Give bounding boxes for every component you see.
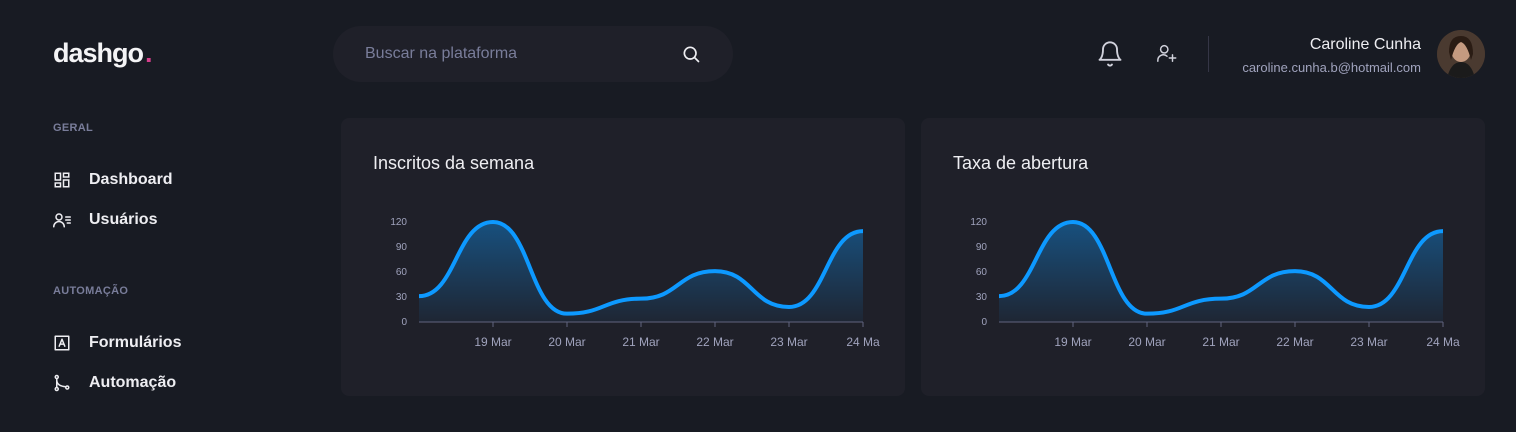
x-tick-label: 24 Ma [846,335,880,349]
section-title-geral: GERAL [53,122,93,134]
x-tick-label: 22 Mar [1276,335,1313,349]
chart-open-rate: 19 Mar 20 Mar 21 Mar 22 Mar 23 Mar 24 Ma 0 30 60… [970,217,1460,349]
x-tick-label: 20 Mar [548,335,585,349]
sidebar-item-dashboard[interactable]: Dashboard [53,171,173,189]
user-email: caroline.cunha.b@hotmail.com [1242,60,1421,75]
sidebar-item-label: Automação [89,374,177,391]
x-tick-label: 20 Mar [1128,335,1165,349]
y-tick-label: 0 [981,317,987,328]
user-info: Caroline Cunha caroline.cunha.b@hotmail.… [1242,36,1421,75]
git-branch-icon [54,374,70,392]
x-tick-label: 19 Mar [474,335,511,349]
x-tick-label: 21 Mar [622,335,659,349]
chart-subscribers: 19 Mar 20 Mar 21 Mar 22 Mar 23 Mar 24 Ma 0 30 60… [390,217,880,349]
y-tick-label: 30 [976,292,988,303]
header-divider [1208,36,1209,72]
sidebar-item-users[interactable]: Usuários [53,211,157,229]
x-tick-label: 19 Mar [1054,335,1091,349]
sidebar-item-label: Usuários [89,211,158,228]
user-plus-icon[interactable] [1156,42,1178,64]
user-name: Caroline Cunha [1309,36,1421,53]
sidebar-item-label: Formulários [89,334,182,351]
y-tick-label: 120 [390,217,407,228]
search-bar[interactable] [333,26,733,82]
y-tick-label: 60 [976,267,988,278]
search-icon[interactable] [681,44,701,64]
brand-name: dashgo [53,38,144,68]
x-tick-label: 21 Mar [1202,335,1239,349]
y-tick-label: 90 [976,242,988,253]
search-input[interactable] [365,45,681,63]
avatar-image [1437,30,1485,78]
y-tick-label: 0 [401,317,407,328]
sidebar-item-forms[interactable]: Formulários [53,334,181,352]
x-tick-label: 22 Mar [696,335,733,349]
bell-icon[interactable] [1096,40,1124,68]
sidebar-item-label: Dashboard [89,171,173,188]
y-tick-label: 30 [396,292,408,303]
brand-logo[interactable]: dashgo. [53,38,152,69]
chart-card-subscribers: Inscritos da semana 19 Mar 20 Mar 21 Mar 22… [341,118,905,396]
users-icon [53,213,71,228]
x-tick-label: 23 Mar [1350,335,1387,349]
avatar[interactable] [1437,30,1485,78]
section-title-automacao: AUTOMAÇÃO [53,285,129,297]
form-icon [54,335,70,351]
x-tick-label: 23 Mar [770,335,807,349]
sidebar-item-automation[interactable]: Automação [53,374,176,392]
chart-card-open-rate: Taxa de abertura 19 Mar 20 Mar 21 Mar 22 Ma… [921,118,1485,396]
brand-dot: . [145,38,152,68]
x-tick-label: 24 Ma [1426,335,1460,349]
y-tick-label: 90 [396,242,408,253]
y-tick-label: 60 [396,267,408,278]
dashboard-icon [54,172,70,188]
y-tick-label: 120 [970,217,987,228]
